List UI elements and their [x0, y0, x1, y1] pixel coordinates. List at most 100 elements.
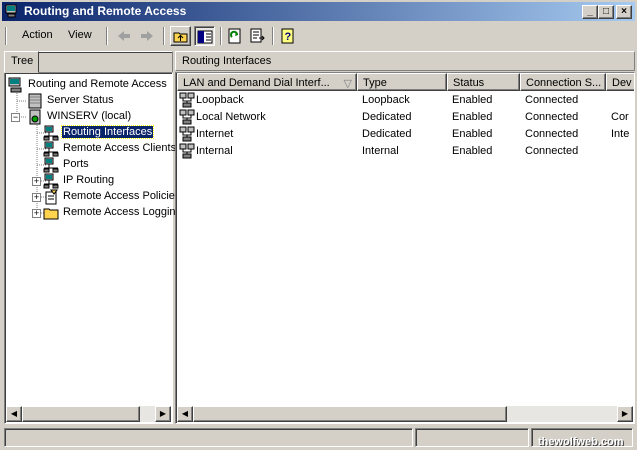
- server-status-icon: [28, 93, 42, 109]
- ports-icon: [43, 157, 59, 173]
- tree-label: Remote Access Clients: [63, 142, 177, 154]
- forward-arrow-icon: [141, 31, 153, 41]
- svg-text:?: ?: [285, 31, 292, 43]
- help-button[interactable]: ?: [278, 26, 299, 46]
- column-header-interface[interactable]: LAN and Demand Dial Interf... ▽: [177, 73, 357, 91]
- column-header-connection-state[interactable]: Connection S...: [520, 73, 606, 91]
- cell-device: Inte: [611, 128, 630, 140]
- menu-view[interactable]: View: [68, 29, 92, 41]
- tree-label: Server Status: [47, 94, 114, 106]
- routing-app-icon: [5, 4, 17, 18]
- export-list-icon: [250, 28, 265, 43]
- cell-interface: Loopback: [196, 94, 244, 106]
- window-title: Routing and Remote Access: [24, 4, 187, 18]
- cell-type: Dedicated: [362, 128, 412, 140]
- cell-connection-state: Connected: [525, 145, 579, 157]
- maximize-button[interactable]: □: [598, 5, 614, 19]
- cell-status: Enabled: [452, 128, 493, 140]
- title-bar[interactable]: Routing and Remote Access _ □ ×: [2, 2, 635, 21]
- cell-type: Dedicated: [362, 111, 412, 123]
- cell-interface: Internet: [196, 128, 234, 140]
- show-hide-tree-button[interactable]: [194, 26, 215, 46]
- tree-label: Remote Access Logging: [63, 206, 182, 218]
- table-row[interactable]: Internal Internal Enabled Connected: [176, 143, 634, 160]
- cell-interface: Local Network: [196, 111, 266, 123]
- sort-triangle-icon: ▽: [343, 78, 352, 90]
- console-tree[interactable]: Routing and Remote Access Server Status …: [4, 72, 182, 424]
- cell-interface: Internal: [196, 145, 233, 157]
- expand-toggle[interactable]: +: [32, 209, 41, 218]
- cell-connection-state: Connected: [525, 111, 579, 123]
- table-row[interactable]: Internet Dedicated Enabled Connected Int…: [176, 126, 634, 143]
- refresh-icon: [228, 28, 241, 44]
- scroll-left-button[interactable]: ◀: [6, 406, 22, 422]
- network-interfaces-icon: [43, 125, 59, 141]
- collapse-toggle[interactable]: −: [11, 113, 20, 122]
- folder-up-icon: [173, 32, 188, 43]
- policy-icon: [45, 189, 58, 205]
- cell-device: Cor: [611, 111, 629, 123]
- help-icon: ?: [281, 28, 294, 44]
- network-interface-icon: [179, 92, 195, 108]
- expand-toggle[interactable]: +: [32, 193, 41, 202]
- interfaces-list[interactable]: LAN and Demand Dial Interf... ▽ Type Sta…: [175, 72, 635, 424]
- network-interface-icon: [179, 109, 195, 125]
- table-row[interactable]: Loopback Loopback Enabled Connected: [176, 92, 634, 109]
- tree-label: Ports: [63, 158, 89, 170]
- toolbar-separator: [220, 27, 222, 45]
- cell-type: Internal: [362, 145, 399, 157]
- tree-label: Routing and Remote Access: [28, 78, 167, 90]
- up-one-level-button[interactable]: [170, 26, 191, 46]
- column-header-label: LAN and Demand Dial Interf...: [183, 77, 330, 89]
- column-header-type[interactable]: Type: [357, 73, 447, 91]
- scroll-left-button[interactable]: ◀: [177, 406, 193, 422]
- table-row[interactable]: Local Network Dedicated Enabled Connecte…: [176, 109, 634, 126]
- cell-status: Enabled: [452, 145, 493, 157]
- folder-icon: [43, 208, 59, 220]
- scroll-right-button[interactable]: ▶: [617, 406, 633, 422]
- expand-toggle[interactable]: +: [32, 177, 41, 186]
- cell-status: Enabled: [452, 111, 493, 123]
- network-interface-icon: [179, 143, 195, 159]
- tree-label: Routing Interfaces: [60, 125, 155, 139]
- scroll-thumb[interactable]: [22, 406, 140, 422]
- status-bar-section: [415, 428, 529, 447]
- menu-action[interactable]: Action: [22, 29, 53, 41]
- toolbar-separator: [272, 27, 274, 45]
- list-horizontal-scrollbar[interactable]: ◀ ▶: [177, 406, 633, 422]
- forward-button[interactable]: [137, 26, 158, 46]
- back-arrow-icon: [118, 31, 130, 41]
- column-header-status[interactable]: Status: [447, 73, 520, 91]
- watermark: thewolfweb.com: [538, 436, 624, 448]
- back-button[interactable]: [114, 26, 135, 46]
- network-interface-icon: [179, 126, 195, 142]
- tree-label: Remote Access Policies: [63, 190, 181, 202]
- details-header: Routing Interfaces: [175, 51, 635, 71]
- cell-connection-state: Connected: [525, 94, 579, 106]
- tree-horizontal-scrollbar[interactable]: ◀ ▶: [6, 406, 171, 422]
- clients-icon: [43, 141, 59, 157]
- minimize-button[interactable]: _: [582, 5, 598, 19]
- cell-type: Loopback: [362, 94, 410, 106]
- refresh-button[interactable]: [225, 26, 246, 46]
- details-title: Routing Interfaces: [182, 55, 272, 67]
- ip-routing-icon: [43, 173, 59, 189]
- close-button[interactable]: ×: [616, 5, 632, 19]
- toolbar-separator: [163, 27, 165, 45]
- tab-tree[interactable]: Tree: [4, 51, 39, 73]
- tree-label: IP Routing: [63, 174, 115, 186]
- cell-connection-state: Connected: [525, 128, 579, 140]
- menu-toolbar: Action View ?: [2, 24, 635, 48]
- toolbar-grip: [5, 27, 7, 45]
- scroll-thumb[interactable]: [193, 406, 507, 422]
- status-bar-main: [4, 428, 413, 447]
- tree-label: WINSERV (local): [47, 110, 132, 122]
- server-icon: [29, 109, 41, 125]
- cell-status: Enabled: [452, 94, 493, 106]
- server-tree-icon: [8, 77, 22, 93]
- export-list-button[interactable]: [248, 26, 269, 46]
- toolbar-separator: [106, 27, 108, 45]
- column-header-device[interactable]: Dev: [606, 73, 634, 91]
- scroll-right-button[interactable]: ▶: [155, 406, 171, 422]
- console-tree-icon: [197, 30, 213, 44]
